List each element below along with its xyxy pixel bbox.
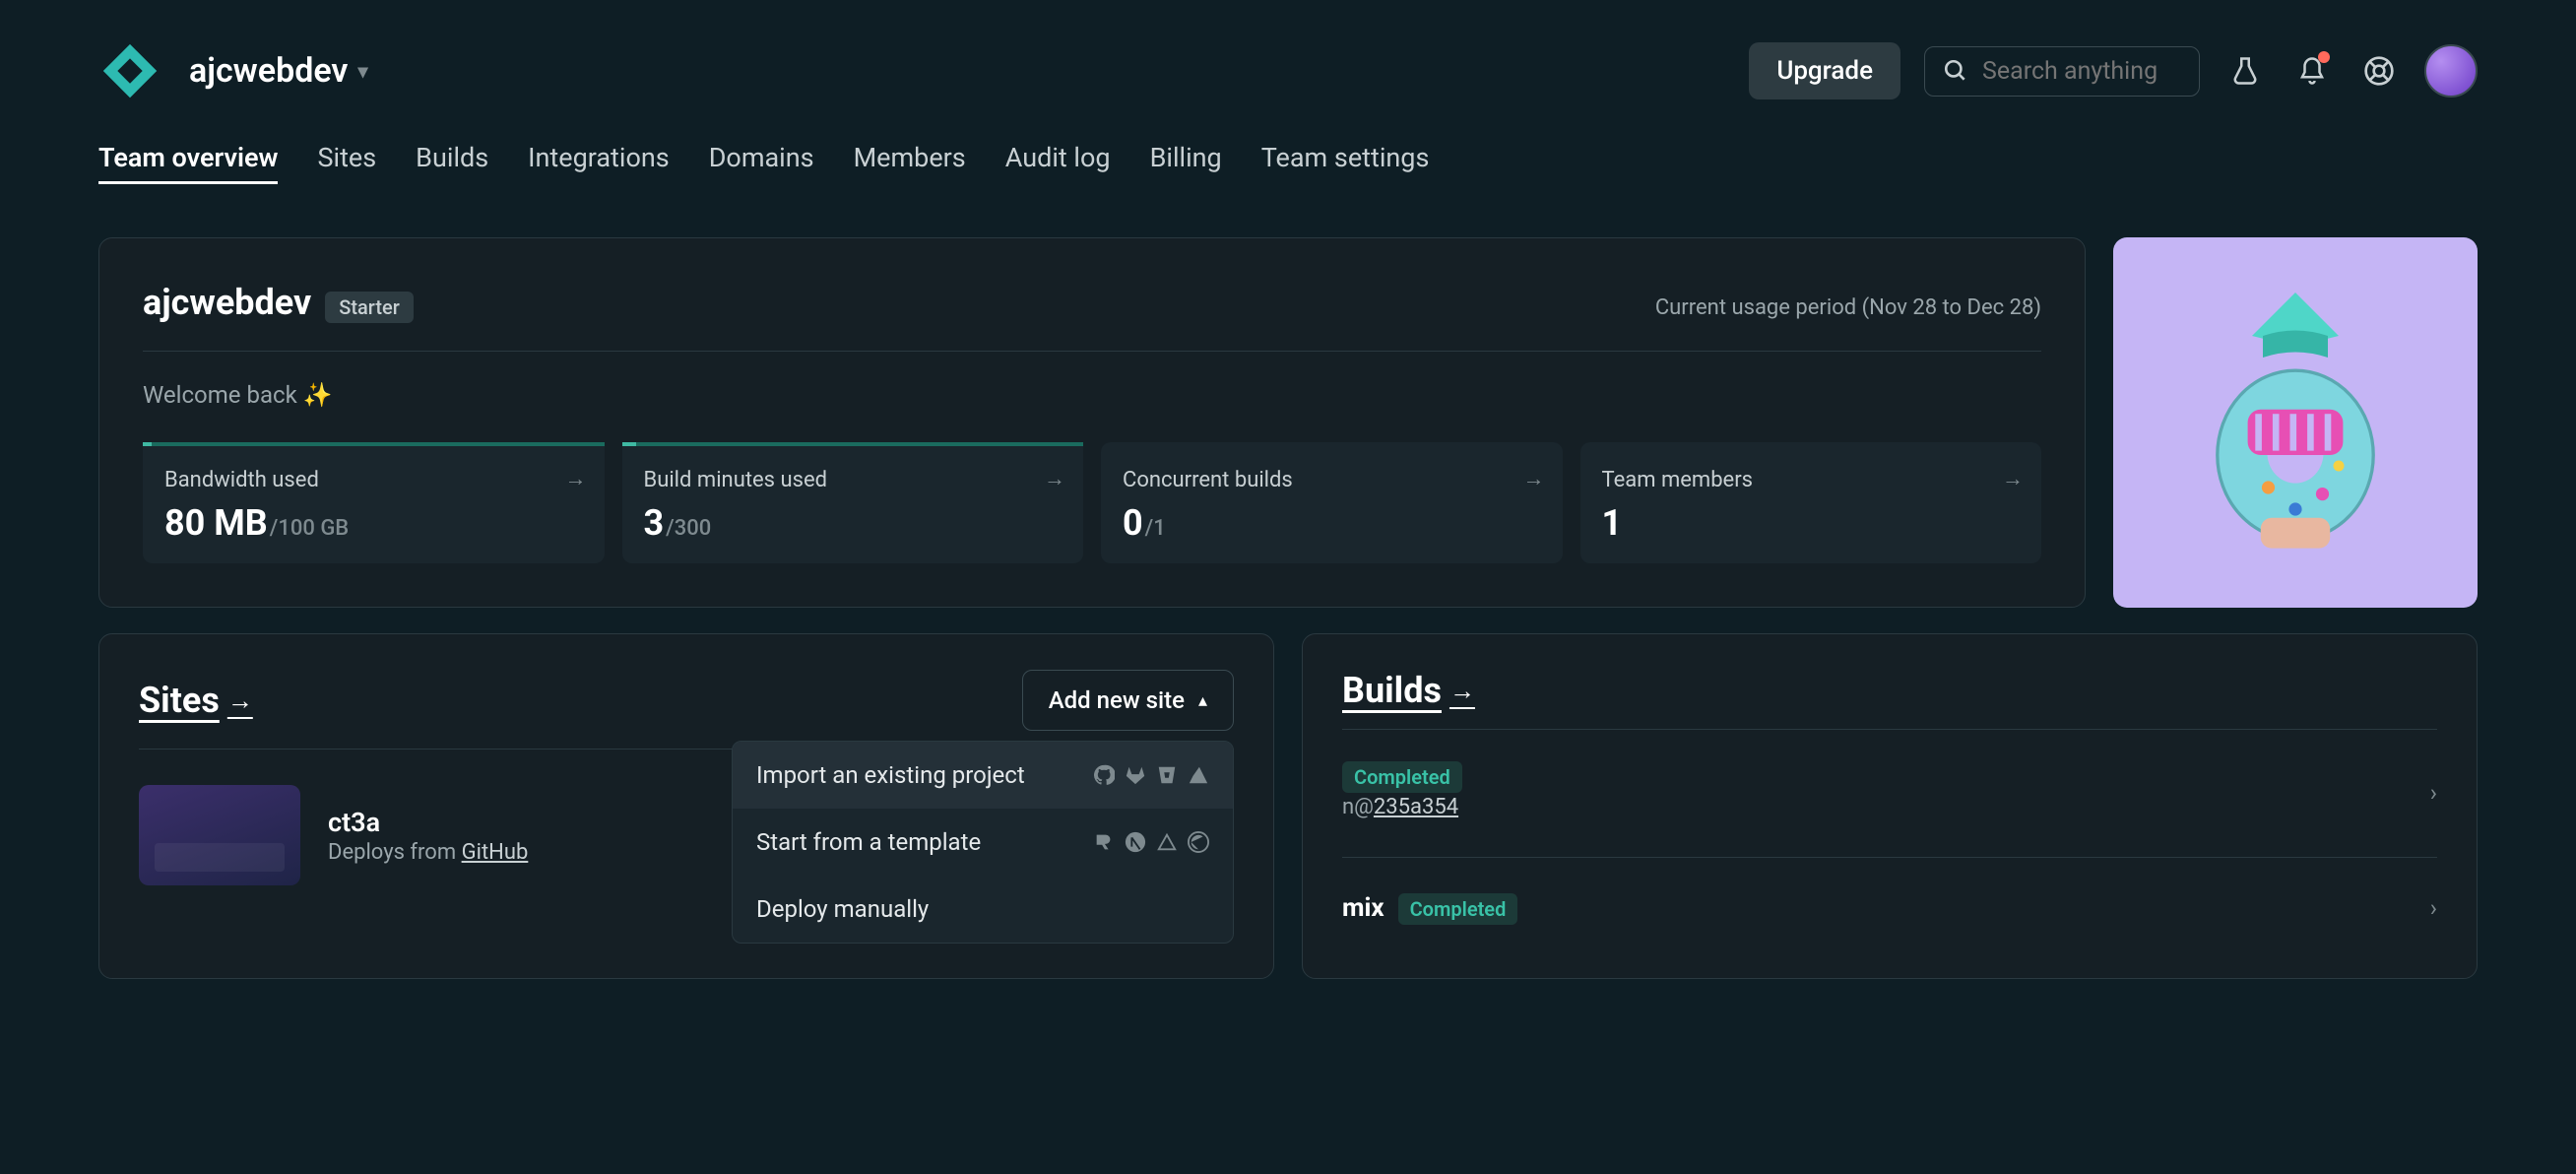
site-name: ct3a bbox=[328, 807, 528, 838]
dropdown-start-template[interactable]: Start from a template bbox=[733, 809, 1233, 876]
chevron-up-icon: ▴ bbox=[1198, 690, 1207, 711]
notification-dot-icon bbox=[2318, 51, 2330, 63]
build-branch-prefix: n@ bbox=[1342, 795, 1374, 819]
stat-label: Bandwidth used bbox=[164, 468, 583, 492]
tab-team-overview[interactable]: Team overview bbox=[98, 142, 278, 184]
azure-icon bbox=[1188, 764, 1209, 786]
search-input[interactable] bbox=[1982, 57, 2181, 86]
search-input-wrap[interactable] bbox=[1924, 46, 2200, 97]
dropdown-item-label: Start from a template bbox=[756, 828, 981, 856]
build-item[interactable]: mix Completed › bbox=[1342, 874, 2437, 943]
tab-audit-log[interactable]: Audit log bbox=[1005, 142, 1111, 184]
site-thumbnail bbox=[139, 785, 300, 885]
panel-title-label: Sites bbox=[139, 680, 220, 721]
team-picker-name: ajcwebdev bbox=[189, 51, 348, 91]
arrow-right-icon: → bbox=[1523, 466, 1545, 491]
tab-members[interactable]: Members bbox=[854, 142, 966, 184]
tab-team-settings[interactable]: Team settings bbox=[1261, 142, 1430, 184]
plan-badge: Starter bbox=[325, 292, 414, 323]
gitlab-icon bbox=[1125, 764, 1146, 786]
stat-label: Team members bbox=[1602, 468, 2021, 492]
site-deploys-from: Deploys from GitHub bbox=[328, 840, 528, 865]
sites-panel: Sites → Add new site ▴ Import an existin… bbox=[98, 633, 1274, 979]
stat-team-members[interactable]: Team members → 1 bbox=[1580, 442, 2042, 563]
arrow-right-icon: → bbox=[565, 466, 587, 491]
dropdown-import-project[interactable]: Import an existing project bbox=[733, 742, 1233, 809]
arrow-right-icon: → bbox=[227, 685, 253, 716]
stat-label: Build minutes used bbox=[644, 468, 1063, 492]
github-link[interactable]: GitHub bbox=[462, 840, 529, 865]
status-badge: Completed bbox=[1342, 761, 1462, 793]
arrow-right-icon: → bbox=[1449, 676, 1475, 706]
build-name: mix bbox=[1342, 893, 1385, 923]
team-picker[interactable]: ajcwebdev ▾ bbox=[189, 51, 368, 91]
sites-title-link[interactable]: Sites → bbox=[139, 680, 253, 721]
notifications-icon[interactable] bbox=[2290, 49, 2334, 93]
panel-title-label: Builds bbox=[1342, 670, 1442, 711]
chevron-right-icon: › bbox=[2430, 894, 2437, 922]
upgrade-button[interactable]: Upgrade bbox=[1749, 42, 1900, 99]
commit-hash-link[interactable]: 235a354 bbox=[1374, 795, 1458, 819]
add-new-site-label: Add new site bbox=[1049, 686, 1185, 714]
stat-value: 3 bbox=[644, 502, 665, 544]
tab-billing[interactable]: Billing bbox=[1150, 142, 1222, 184]
nav-tabs: Team overview Sites Builds Integrations … bbox=[98, 132, 2478, 204]
arrow-right-icon: → bbox=[2002, 466, 2024, 491]
avatar[interactable] bbox=[2424, 44, 2478, 98]
logo-icon bbox=[98, 39, 161, 102]
builds-panel: Builds → Completed n@235a354 › mix Compl bbox=[1302, 633, 2478, 979]
team-name: ajcwebdev bbox=[143, 282, 311, 323]
stat-value: 0 bbox=[1123, 502, 1143, 544]
stat-sub: /1 bbox=[1145, 516, 1166, 541]
tab-domains[interactable]: Domains bbox=[709, 142, 814, 184]
stat-bandwidth[interactable]: Bandwidth used → 80 MB /100 GB bbox=[143, 442, 605, 563]
build-item[interactable]: Completed n@235a354 › bbox=[1342, 746, 2437, 839]
labs-icon[interactable] bbox=[2223, 49, 2267, 93]
github-icon bbox=[1093, 764, 1115, 786]
nuxt-icon bbox=[1156, 831, 1178, 853]
dropdown-item-label: Import an existing project bbox=[756, 761, 1025, 789]
chevron-right-icon: › bbox=[2430, 779, 2437, 807]
dropdown-deploy-manually[interactable]: Deploy manually bbox=[733, 876, 1233, 943]
stat-value: 1 bbox=[1602, 502, 1623, 544]
add-site-dropdown: Import an existing project Start from a … bbox=[732, 741, 1234, 944]
stat-value: 80 MB bbox=[164, 502, 268, 544]
remix-icon bbox=[1093, 831, 1115, 853]
overview-card: ajcwebdev Starter Current usage period (… bbox=[98, 237, 2086, 608]
arrow-right-icon: → bbox=[1044, 466, 1065, 491]
mascot-image bbox=[2113, 237, 2478, 608]
tab-sites[interactable]: Sites bbox=[317, 142, 376, 184]
stat-concurrent-builds[interactable]: Concurrent builds → 0 /1 bbox=[1101, 442, 1563, 563]
tab-builds[interactable]: Builds bbox=[416, 142, 488, 184]
gatsby-icon bbox=[1188, 831, 1209, 853]
header: ajcwebdev ▾ Upgrade bbox=[98, 0, 2478, 132]
tab-integrations[interactable]: Integrations bbox=[528, 142, 670, 184]
welcome-text: Welcome back ✨ bbox=[143, 381, 2041, 409]
chevron-down-icon: ▾ bbox=[357, 59, 367, 83]
stat-build-minutes[interactable]: Build minutes used → 3 /300 bbox=[622, 442, 1084, 563]
builds-title-link[interactable]: Builds → bbox=[1342, 670, 1475, 711]
help-icon[interactable] bbox=[2357, 49, 2401, 93]
add-new-site-button[interactable]: Add new site ▴ bbox=[1022, 670, 1234, 731]
status-badge: Completed bbox=[1398, 893, 1518, 925]
stat-sub: /100 GB bbox=[270, 516, 349, 541]
stat-label: Concurrent builds bbox=[1123, 468, 1541, 492]
nextjs-icon bbox=[1125, 831, 1146, 853]
usage-period: Current usage period (Nov 28 to Dec 28) bbox=[1655, 295, 2041, 320]
search-icon bbox=[1943, 58, 1968, 84]
dropdown-item-label: Deploy manually bbox=[756, 895, 929, 923]
bitbucket-icon bbox=[1156, 764, 1178, 786]
stat-sub: /300 bbox=[666, 516, 711, 541]
